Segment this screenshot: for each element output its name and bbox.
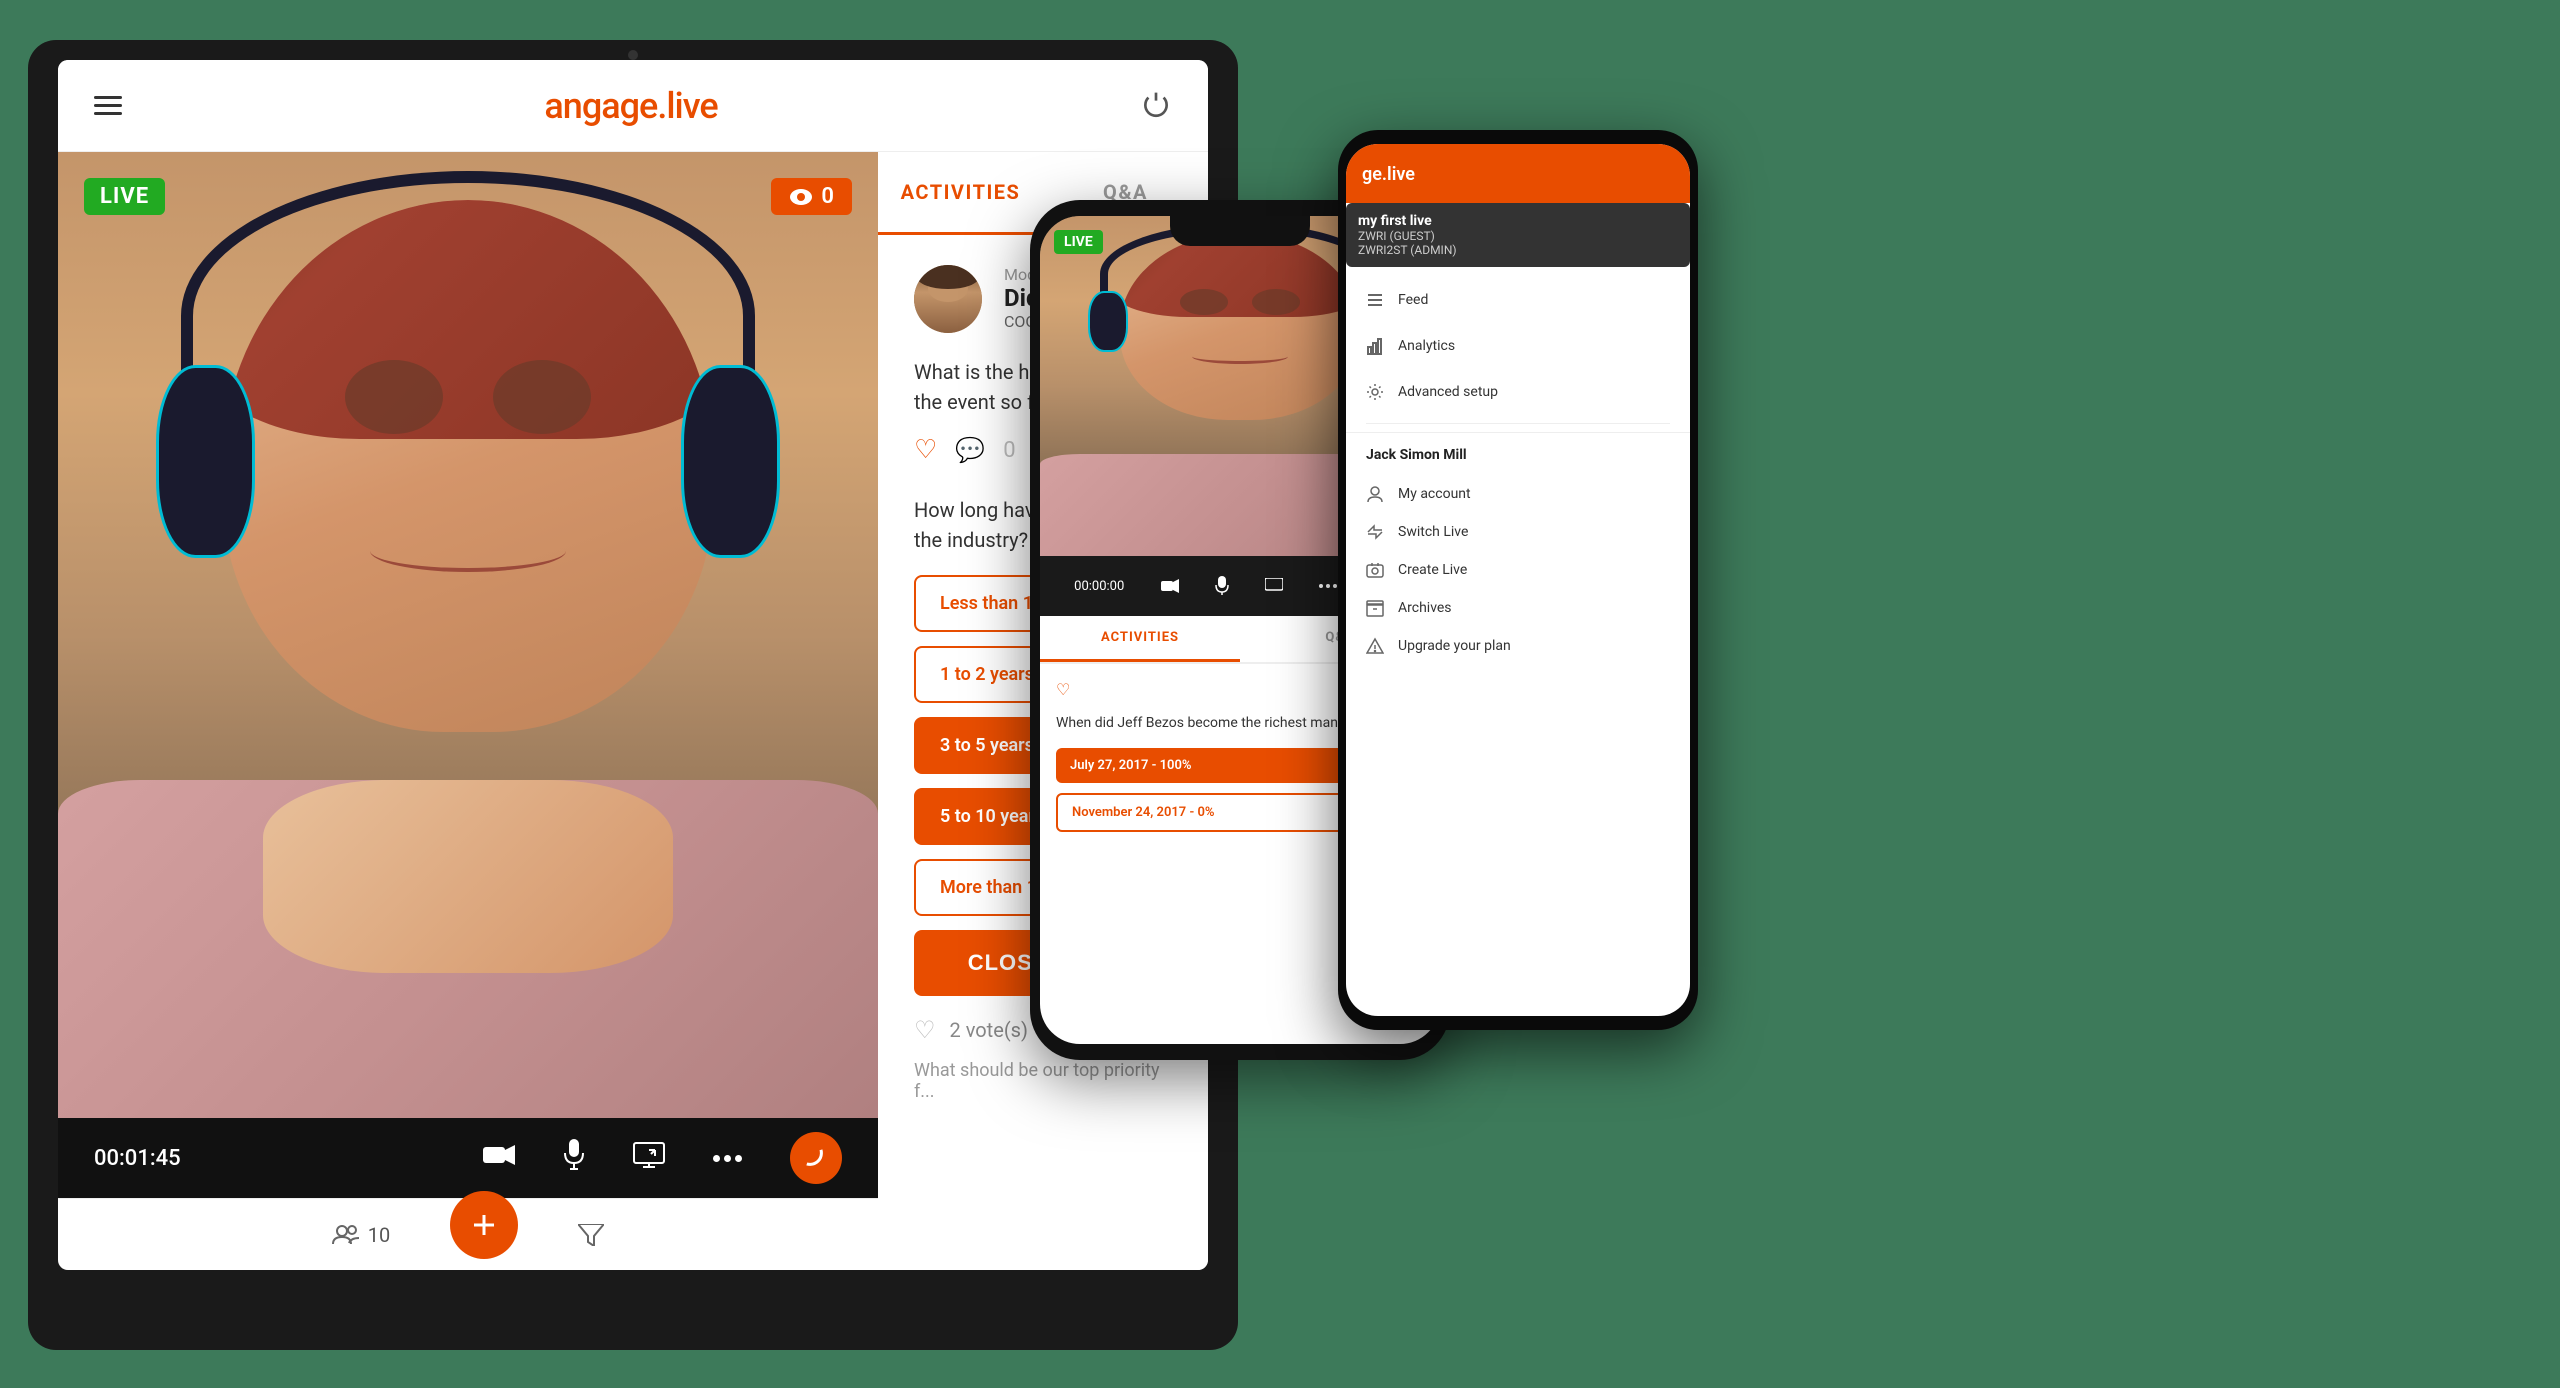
switch-live-label: Switch Live — [1398, 524, 1468, 540]
tab-activities[interactable]: ACTIVITIES — [878, 152, 1043, 235]
votes-heart[interactable]: ♡ — [914, 1016, 936, 1044]
menu-create-live[interactable]: Create Live — [1366, 551, 1670, 589]
votes-count: 2 vote(s) — [950, 1018, 1028, 1042]
video-area: LIVE 0 — [58, 152, 878, 1118]
participants-count: 10 — [368, 1223, 390, 1247]
menu-advanced[interactable]: Advanced setup — [1346, 369, 1690, 415]
phone1-live-badge: LIVE — [1054, 230, 1103, 254]
upgrade-icon — [1366, 637, 1384, 655]
upgrade-label: Upgrade your plan — [1398, 638, 1511, 654]
phone2-user-section: Jack Simon Mill My account — [1346, 432, 1690, 679]
phone2-session-title: my first live — [1358, 213, 1678, 229]
phone1-tab-activities[interactable]: ACTIVITIES — [1040, 616, 1240, 662]
more-icon[interactable] — [713, 1155, 742, 1162]
p1-camera[interactable] — [1161, 579, 1179, 593]
phone1-notch — [1170, 216, 1310, 246]
phone2: ge.live my first live ZWRI (GUEST) ZWRI2… — [1338, 130, 1698, 1030]
p1-screen[interactable] — [1265, 578, 1283, 594]
divider — [1366, 423, 1670, 424]
p1-timer: 00:00:00 — [1074, 579, 1124, 594]
viewers-badge: 0 — [771, 178, 852, 215]
p1-mic[interactable] — [1215, 576, 1229, 596]
phone2-screen: ge.live my first live ZWRI (GUEST) ZWRI2… — [1346, 144, 1690, 1016]
phone2-menu: Feed Analytics — [1346, 267, 1690, 1016]
live-badge: LIVE — [84, 178, 165, 215]
advanced-setup-label: Advanced setup — [1398, 384, 1498, 400]
menu-analytics[interactable]: Analytics — [1346, 323, 1690, 369]
moderator-avatar — [914, 265, 982, 333]
menu-my-account[interactable]: My account — [1366, 475, 1670, 513]
feed-label: Feed — [1398, 292, 1428, 308]
bottom-bar: 10 — [58, 1198, 878, 1270]
end-call-icon[interactable] — [790, 1132, 842, 1184]
menu-feed[interactable]: Feed — [1346, 277, 1690, 323]
power-icon[interactable] — [1140, 90, 1172, 122]
fab-button[interactable] — [450, 1191, 518, 1259]
video-section: LIVE 0 — [58, 152, 878, 1270]
video-controls: 00:01:45 — [58, 1118, 878, 1198]
video-background — [58, 152, 878, 1118]
comment-count: 0 — [1003, 438, 1015, 463]
next-question: What should be our top priority f... — [914, 1060, 1172, 1102]
archives-label: Archives — [1398, 600, 1452, 616]
laptop-camera — [628, 50, 638, 60]
my-account-icon — [1366, 485, 1384, 503]
phone2-session: my first live ZWRI (GUEST) ZWRI2ST (ADMI… — [1346, 203, 1690, 267]
menu-switch-live[interactable]: Switch Live — [1366, 513, 1670, 551]
switch-live-icon — [1366, 523, 1384, 541]
camera-icon[interactable] — [483, 1144, 515, 1172]
screen-share-icon[interactable] — [633, 1142, 665, 1174]
menu-archives[interactable]: Archives — [1366, 589, 1670, 627]
laptop-logo: angage.live — [544, 85, 717, 127]
menu-upgrade[interactable]: Upgrade your plan — [1366, 627, 1670, 665]
advanced-setup-icon — [1366, 383, 1384, 401]
phone2-session-guest: ZWRI (GUEST) — [1358, 229, 1678, 243]
hamburger-icon[interactable] — [94, 96, 122, 115]
heart-icon[interactable]: ♡ — [914, 435, 937, 465]
p1-heart[interactable]: ♡ — [1056, 680, 1070, 699]
filter-icon[interactable] — [578, 1224, 604, 1246]
mic-icon[interactable] — [563, 1139, 585, 1177]
control-icons — [483, 1132, 842, 1184]
laptop-header: angage.live — [58, 60, 1208, 152]
phone2-body: ge.live my first live ZWRI (GUEST) ZWRI2… — [1338, 130, 1698, 1030]
feed-icon — [1366, 291, 1384, 309]
archives-icon — [1366, 599, 1384, 617]
video-timer: 00:01:45 — [94, 1146, 181, 1171]
analytics-icon — [1366, 337, 1384, 355]
p1-more[interactable] — [1319, 584, 1337, 588]
analytics-label: Analytics — [1398, 338, 1455, 354]
phone2-user-name: Jack Simon Mill — [1366, 447, 1670, 463]
comment-icon[interactable]: 💬 — [955, 436, 985, 464]
create-live-icon — [1366, 561, 1384, 579]
participants-icon[interactable]: 10 — [332, 1223, 390, 1247]
my-account-label: My account — [1398, 486, 1471, 502]
phone2-app: ge.live my first live ZWRI (GUEST) ZWRI2… — [1346, 144, 1690, 1016]
phone2-header: ge.live — [1346, 144, 1690, 203]
phone2-session-admin: ZWRI2ST (ADMIN) — [1358, 243, 1678, 257]
create-live-label: Create Live — [1398, 562, 1467, 578]
viewers-count: 0 — [821, 184, 834, 209]
phone2-logo: ge.live — [1362, 164, 1674, 185]
